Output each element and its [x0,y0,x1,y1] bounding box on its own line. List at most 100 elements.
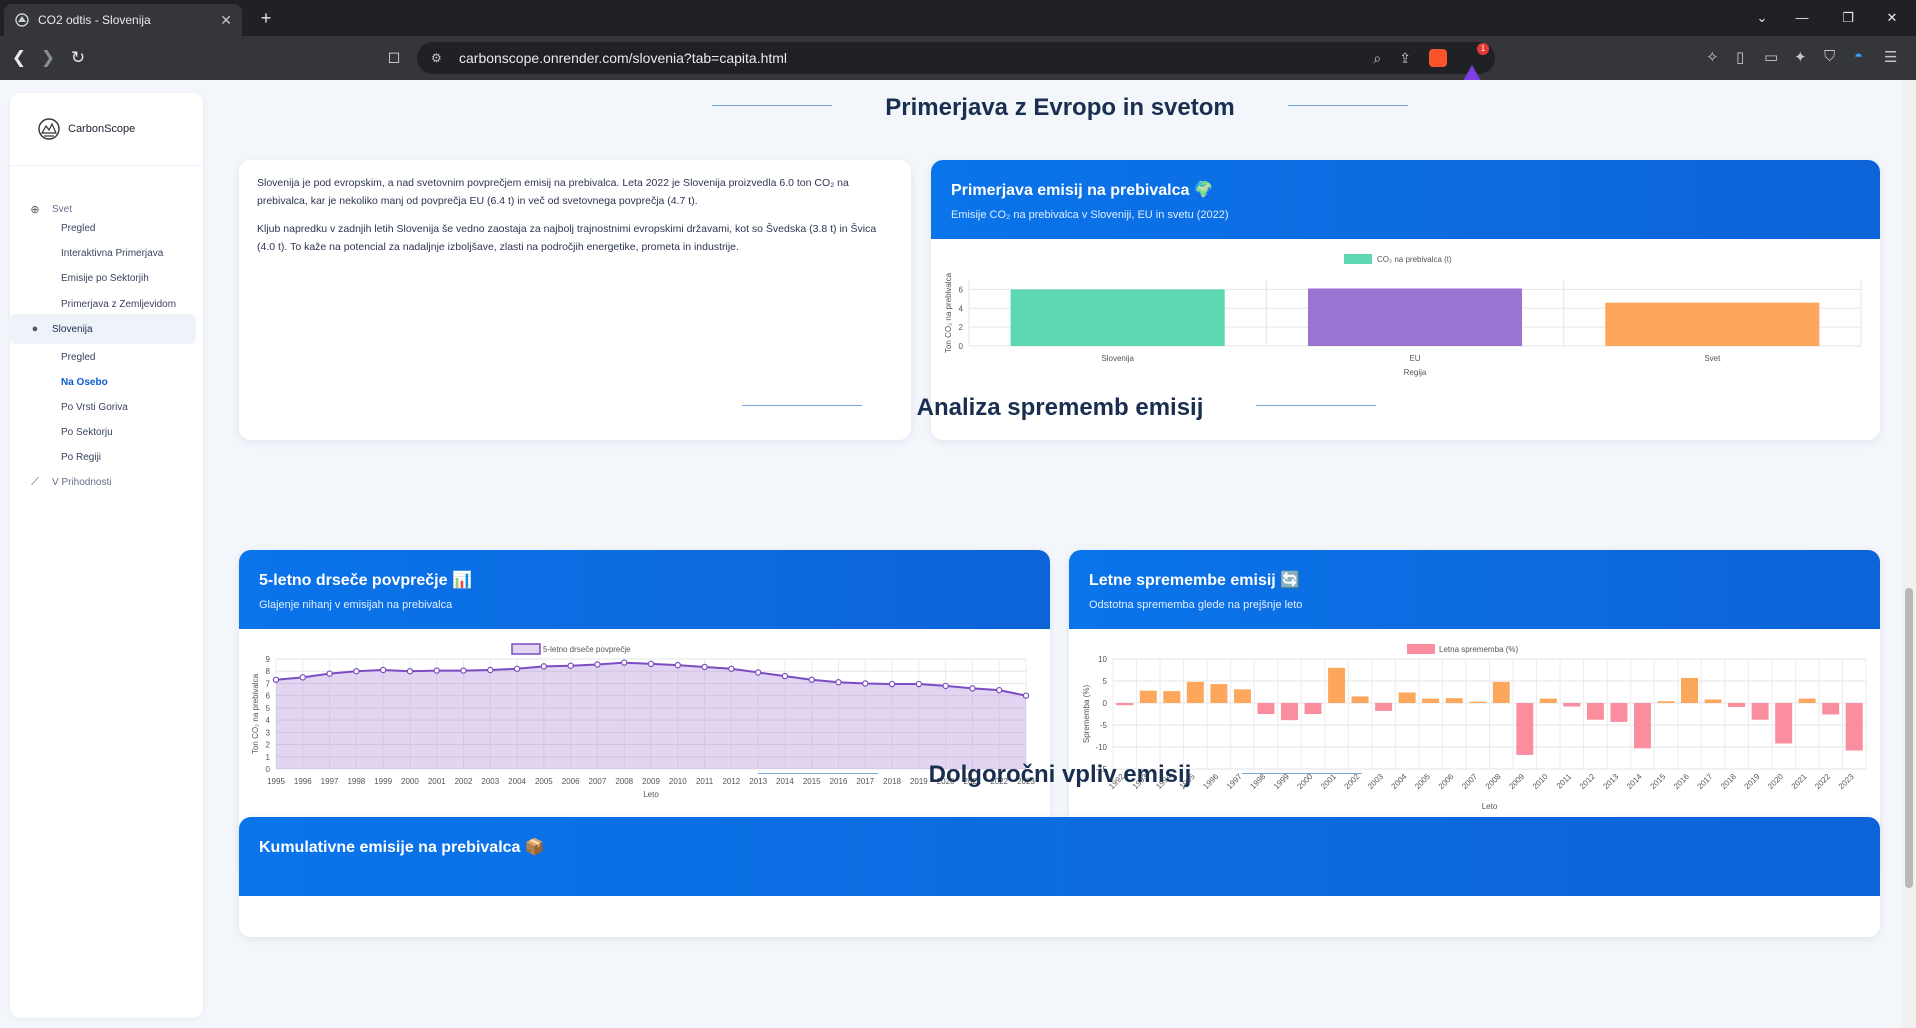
x-tick-label: 2023 [1837,772,1856,791]
rolling-card-subtitle: Glajenje nihanj v emisijah na prebivalca [259,599,453,611]
x-tick-label: 2011 [696,777,714,786]
bar-1992 [1116,703,1134,706]
legend-label: 5-letno drseče povprečje [543,645,631,654]
data-point-2004 [513,665,521,672]
bar-2007 [1469,701,1487,703]
data-point-2005 [540,663,548,670]
x-tick-label: 2018 [1719,772,1738,791]
site-settings-icon[interactable]: ⚙ [431,51,447,65]
share-icon[interactable]: ⇪ [1399,50,1411,67]
forward-icon[interactable]: ❯ [36,46,60,70]
scrollbar-thumb[interactable] [1905,588,1913,888]
brave-shields-icon[interactable] [1429,49,1447,67]
y-tick-label: 1 [266,753,271,762]
section-divider [742,405,862,406]
profile-icon[interactable]: ◓ [1854,48,1863,68]
x-tick-label: 2017 [1696,772,1715,791]
nav-section-slovenija[interactable]: ● Slovenija [10,314,196,344]
x-tick-label: 2015 [803,777,821,786]
x-tick-label: 2002 [455,777,473,786]
bar-2001 [1328,667,1346,703]
wallet-icon[interactable]: ▭ [1764,48,1778,68]
x-tick-label: 1995 [267,777,285,786]
sidebar-item-po-sektorju[interactable]: Po Sektorju [61,424,113,442]
x-tick-label: 2009 [642,777,660,786]
bar-2009 [1516,703,1534,755]
bar-2011 [1563,703,1581,707]
tab-search-icon[interactable]: ⌄ [1740,0,1784,36]
brand[interactable]: CarbonScope [10,93,203,166]
x-tick-label: 2013 [1601,772,1620,791]
bar-2023 [1845,703,1863,751]
bar-2013 [1610,703,1628,722]
address-bar[interactable]: ⚙ carbonscope.onrender.com/slovenia?tab=… [417,42,1495,81]
page-scrollbar[interactable] [1902,80,1916,1028]
data-point-1999 [379,666,387,674]
data-point-2001 [433,667,440,674]
nav-section-svet[interactable]: ⊕ Svet [10,194,203,224]
x-tick-label: Slovenija [1101,354,1134,363]
minimize-button[interactable]: — [1780,0,1824,36]
sidebar-item-svet-pregled[interactable]: Pregled [61,220,95,238]
close-window-button[interactable]: ✕ [1870,0,1914,36]
sidebar-item-na-osebo[interactable]: Na Osebo [61,374,108,392]
sidebar-toggle-icon[interactable]: ▯ [1736,48,1744,68]
globe-icon: ⊕ [30,203,40,216]
x-tick-label: 2005 [535,777,553,786]
bookmark-icon[interactable]: ☐ [382,46,406,70]
intro-paragraph-2: Kljub napredku v zadnjih letih Slovenija… [257,223,877,253]
nav-section-label: V Prihodnosti [52,476,112,488]
x-axis-label: Leto [643,790,659,799]
nav-section-v-prihodnosti[interactable]: ⟋ V Prihodnosti [10,467,203,497]
brave-rewards-icon[interactable]: 1 [1463,43,1489,81]
y-tick-label: 4 [266,716,271,725]
sidebar-item-po-regiji[interactable]: Po Regiji [61,449,101,467]
extensions-icon[interactable]: ✧ [1706,48,1719,68]
reload-icon[interactable]: ↻ [66,46,90,70]
bar-2004 [1398,692,1416,703]
data-point-2020 [942,682,949,690]
x-axis-label: Regija [1404,368,1427,377]
sidebar-item-interaktivna-primerjava[interactable]: Interaktivna Primerjava [61,245,163,263]
url-text[interactable]: carbonscope.onrender.com/slovenia?tab=ca… [459,50,1355,66]
menu-icon[interactable]: ☰ [1884,48,1897,68]
rolling-card-header: 5-letno drseče povprečje 📊 Glajenje niha… [239,550,1050,629]
sidebar-item-emisije-po-sektorjih[interactable]: Emisije po Sektorjih [61,270,149,288]
bar-1996 [1210,684,1228,703]
x-tick-label: 2003 [481,777,499,786]
back-icon[interactable]: ❮ [7,46,31,70]
new-tab-button[interactable]: + [254,6,278,30]
annual-card-header: Letne spremembe emisij 🔄 Odstotna spreme… [1069,550,1880,629]
bar-1994 [1163,691,1181,703]
bar-slovenija [1010,289,1225,346]
carbonscope-favicon-icon [15,13,29,27]
leo-ai-icon[interactable]: ✦ [1794,48,1807,68]
nav-section-label: Svet [52,203,73,215]
browser-tab[interactable]: CO2 odtis - Slovenija ✕ [4,4,242,36]
y-tick-label: 5 [266,704,271,713]
section-title-longterm: Dolgoročni vpliv emisij [928,761,1192,788]
sidebar-item-po-vrsti-goriva[interactable]: Po Vrsti Goriva [61,399,128,417]
browser-toolbar: ❮ ❯ ↻ ☐ ⚙ carbonscope.onrender.com/slove… [0,36,1916,81]
sidebar-item-primerjava-z-zemljevidom[interactable]: Primerjava z Zemljevidom [61,296,176,314]
x-tick-label: 2022 [1813,772,1832,791]
vpn-icon[interactable]: ⛉ [1824,48,1835,68]
data-point-2000 [406,668,414,675]
data-point-2017 [862,680,869,687]
x-tick-label: 2012 [1578,772,1597,791]
y-tick-label: 2 [266,741,271,750]
cumulative-card-title: Kumulativne emisije na prebivalca 📦 [259,839,545,856]
data-point-2010 [674,661,681,669]
section-divider [1288,105,1408,106]
restore-button[interactable]: ❐ [1826,0,1870,36]
y-tick-label: 9 [266,655,271,664]
close-tab-icon[interactable]: ✕ [220,12,232,29]
bar-2017 [1704,699,1722,703]
sidebar-item-slovenija-pregled[interactable]: Pregled [61,349,95,367]
y-tick-label: 7 [266,679,271,688]
bar-2021 [1798,698,1816,703]
bar-2006 [1445,698,1463,703]
zoom-icon[interactable]: ⌕ [1373,50,1381,67]
x-tick-label: 2007 [589,777,607,786]
bar-1997 [1233,689,1251,703]
